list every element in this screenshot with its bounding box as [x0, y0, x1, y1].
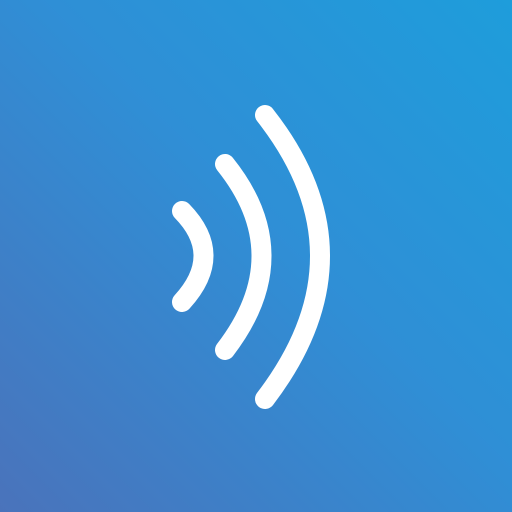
medium-wave: [215, 154, 272, 360]
large-wave: [255, 105, 330, 409]
contactless-signal-icon: [172, 105, 330, 409]
small-wave: [172, 201, 214, 312]
app-icon: [0, 0, 512, 512]
